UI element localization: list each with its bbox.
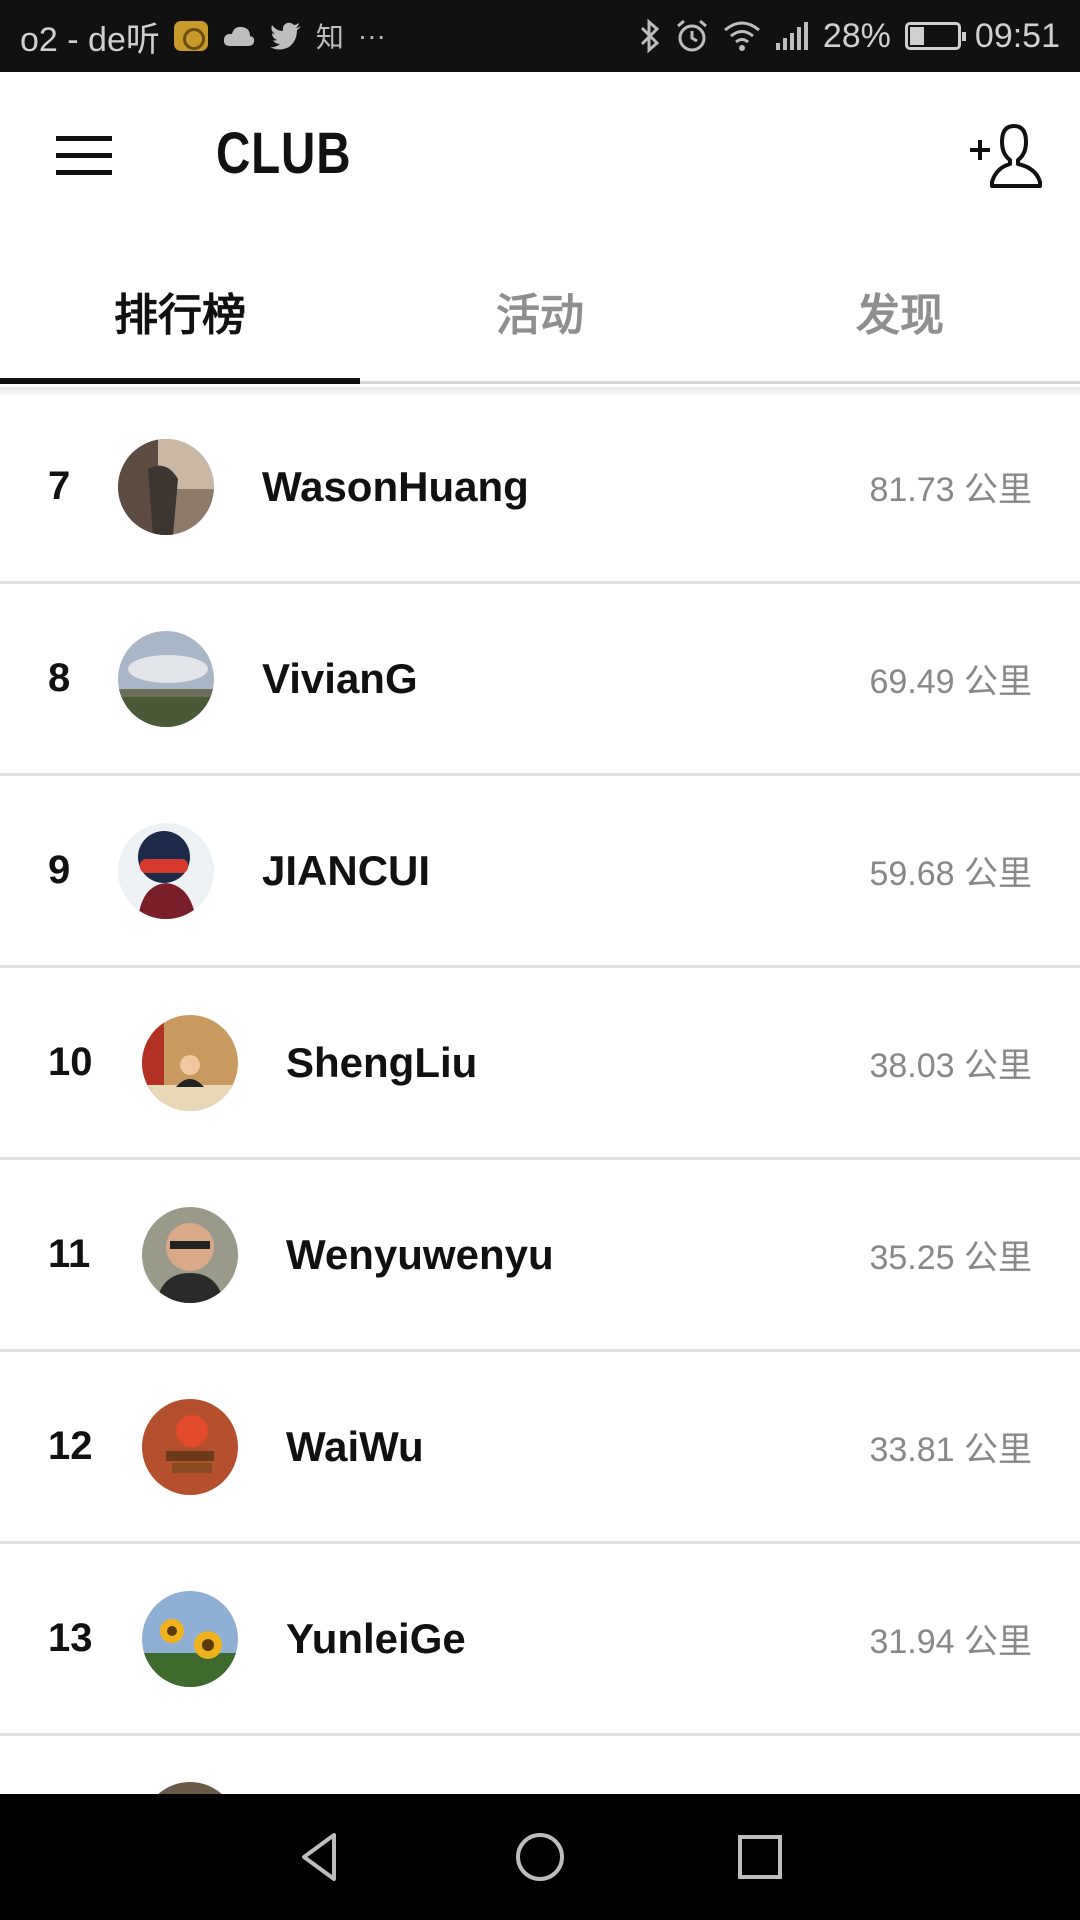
tab-activities[interactable]: 活动 [360,240,720,381]
leaderboard-row[interactable]: 7 WasonHuang 81.73 公里 [0,392,1080,584]
status-bar: o2 - de听 知 ··· 28% 09:51 [0,0,1080,72]
tab-leaderboard[interactable]: 排行榜 [0,240,360,384]
signal-icon [775,22,808,50]
system-nav-bar [0,1794,1080,1920]
status-left: o2 - de听 知 ··· [20,12,386,61]
leaderboard-row[interactable]: 10 ShengLiu 38.03 公里 [0,968,1080,1160]
menu-icon[interactable] [56,136,112,176]
avatar[interactable] [118,438,214,535]
bluetooth-icon [640,19,660,53]
battery-percent: 28% [822,16,891,55]
leaderboard-row[interactable]: 13 YunleiGe 31.94 公里 [0,1544,1080,1736]
status-right: 28% 09:51 [639,17,1060,56]
avatar[interactable] [142,1590,238,1687]
avatar[interactable] [142,1782,238,1794]
cloud-icon [223,26,255,46]
app-bar: CLUB [0,72,1080,240]
alarm-icon [676,19,707,52]
leaderboard-row[interactable]: 12 WaiWu 33.81 公里 [0,1352,1080,1544]
distance-value: 81.73 公里 [869,471,1032,509]
zhihu-icon: 知 [315,22,344,53]
leaderboard-row[interactable]: 9 JIANCUI 59.68 公里 [0,776,1080,968]
leaderboard-row[interactable]: 8 VivianG 69.49 公里 [0,584,1080,776]
rank-number: 9 [48,848,71,892]
distance-value: 38.03 公里 [869,1047,1032,1085]
avatar[interactable] [142,1398,238,1495]
user-name: ShengLiu [286,1038,478,1086]
app-badge-icon [173,21,208,51]
leaderboard-list[interactable]: 7 WasonHuang 81.73 公里 8 VivianG 69.49 公里… [0,392,1080,1794]
avatar[interactable] [118,630,214,727]
avatar[interactable] [118,822,214,919]
user-name: WaiWu [286,1422,424,1470]
user-name: YunleiGe [286,1614,466,1662]
page-title: CLUB [216,121,352,186]
rank-number: 11 [48,1232,91,1276]
leaderboard-row[interactable]: 11 Wenyuwenyu 35.25 公里 [0,1160,1080,1352]
user-name: Wenyuwenyu [286,1230,554,1278]
back-icon[interactable] [290,1827,350,1887]
rank-number: 7 [48,464,71,508]
distance-value: 33.81 公里 [869,1431,1032,1469]
twitter-icon [269,22,301,50]
tab-discover[interactable]: 发现 [720,240,1080,381]
add-user-icon[interactable] [968,120,1044,190]
tab-bar: 排行榜 活动 发现 [0,240,1080,384]
more-notifications-icon: ··· [357,20,386,51]
distance-value: 59.68 公里 [869,855,1032,893]
home-icon[interactable] [510,1827,570,1887]
wifi-icon [723,21,760,51]
distance-value: 31.94 公里 [869,1623,1032,1661]
rank-number: 10 [48,1040,93,1084]
rank-number: 13 [48,1616,93,1660]
user-name: JIANCUI [262,846,431,894]
user-name: VivianG [262,654,418,702]
clock: 09:51 [974,16,1060,55]
leaderboard-row-partial[interactable] [0,1736,1080,1794]
rank-number: 12 [48,1424,93,1468]
notification-text: o2 - de听 [20,20,160,59]
distance-value: 69.49 公里 [869,663,1032,701]
battery-icon [904,22,966,50]
avatar[interactable] [142,1014,238,1111]
recents-icon[interactable] [730,1827,790,1887]
avatar[interactable] [142,1206,238,1303]
user-name: WasonHuang [262,462,529,510]
distance-value: 35.25 公里 [869,1239,1032,1277]
rank-number: 8 [48,656,71,700]
